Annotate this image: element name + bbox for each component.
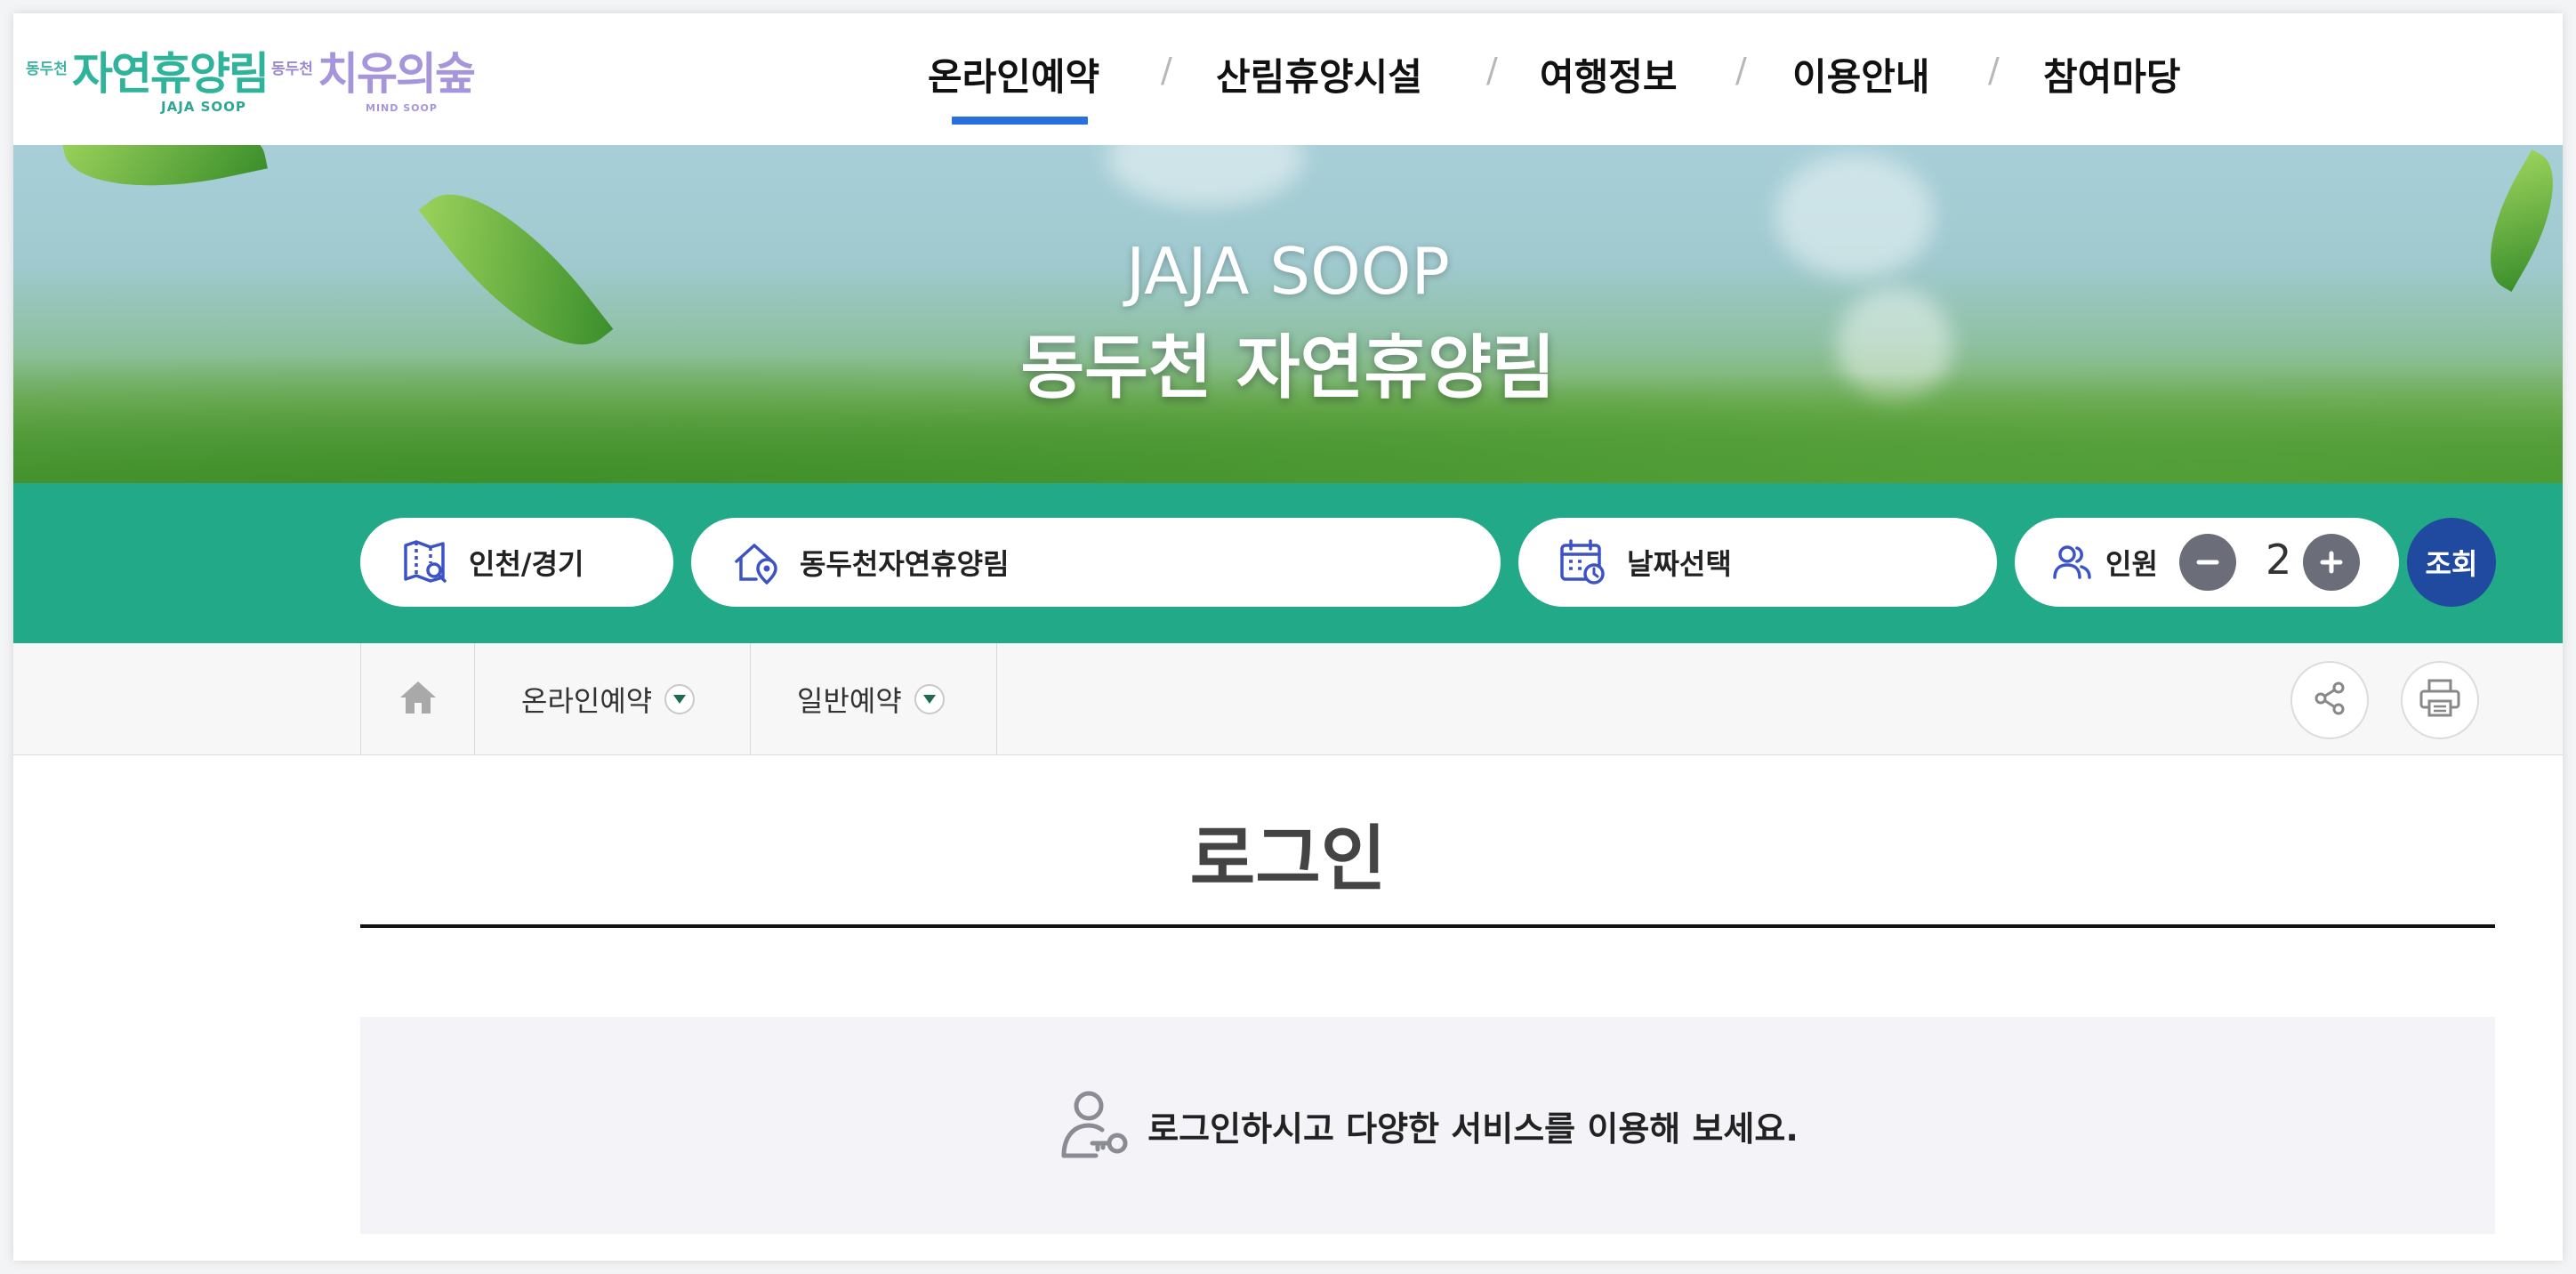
nav-separator: /	[1161, 51, 1172, 90]
reservation-search-bar: 인천/경기 동두천자연휴양림 날짜선택 인원 2 조회	[13, 483, 2563, 643]
share-button[interactable]	[2290, 661, 2369, 739]
page-frame: 동두천 자연휴양림 JAJA SOOP 동두천 치유의숲 MIND SOOP 온…	[13, 13, 2563, 1261]
nav-separator: /	[1988, 51, 2000, 90]
hero-title-korean: 동두천 자연휴양림	[1020, 328, 1556, 408]
print-icon	[2419, 678, 2461, 722]
site-header: 동두천 자연휴양림 JAJA SOOP 동두천 치유의숲 MIND SOOP 온…	[13, 13, 2563, 145]
people-icon	[2047, 536, 2097, 589]
date-picker[interactable]: 날짜선택	[1518, 518, 1997, 607]
forest-select[interactable]: 동두천자연휴양림	[691, 518, 1501, 607]
people-label: 인원	[2105, 547, 2158, 581]
logo-jaja-sub: JAJA SOOP	[161, 99, 246, 115]
nav-community[interactable]: 참여마당	[2043, 47, 2181, 101]
home-button[interactable]	[360, 643, 474, 755]
hero-banner: JAJA SOOP 동두천 자연휴양림	[13, 145, 2563, 483]
increase-people-button[interactable]	[2303, 534, 2360, 591]
minus-icon	[2196, 560, 2219, 565]
nav-usage-guide[interactable]: 이용안내	[1792, 47, 1930, 101]
plus-icon	[2320, 551, 2343, 574]
nav-separator: /	[1735, 51, 1747, 90]
breadcrumb-label: 일반예약	[797, 684, 902, 718]
logo-jaja-soop[interactable]: 동두천 자연휴양림 JAJA SOOP	[26, 36, 270, 117]
search-submit-button[interactable]: 조회	[2407, 518, 2496, 607]
user-key-icon	[1057, 1086, 1131, 1165]
logo-jaja-small: 동두천	[26, 60, 68, 78]
date-value: 날짜선택	[1627, 547, 1732, 581]
share-icon	[2310, 679, 2349, 722]
print-button[interactable]	[2401, 661, 2479, 739]
breadcrumb-general-reservation[interactable]: 일반예약	[750, 643, 997, 755]
nav-active-indicator	[952, 117, 1088, 125]
hero-leaf	[61, 145, 268, 209]
location-bar: 온라인예약 일반예약	[13, 643, 2563, 755]
breadcrumb-online-reservation[interactable]: 온라인예약	[474, 643, 750, 755]
people-counter: 인원 2	[2015, 518, 2399, 607]
hero-title-english: JAJA SOOP	[1126, 234, 1450, 309]
logo-mind-soop[interactable]: 동두천 치유의숲 MIND SOOP	[271, 36, 476, 117]
nav-travel-info[interactable]: 여행정보	[1540, 47, 1678, 101]
login-notice-box: 로그인하시고 다양한 서비스를 이용해 보세요.	[360, 1017, 2495, 1234]
page-title: 로그인	[1189, 818, 1387, 900]
logo-mind-small: 동두천	[271, 60, 313, 78]
people-count: 2	[2266, 536, 2292, 584]
map-book-icon	[398, 536, 451, 589]
nav-online-reservation[interactable]: 온라인예약	[928, 47, 1099, 101]
forest-value: 동두천자연휴양림	[800, 547, 1010, 581]
breadcrumb-label: 온라인예약	[521, 684, 653, 718]
chevron-down-icon	[914, 684, 945, 714]
nav-forest-facilities[interactable]: 산림휴양시설	[1216, 47, 1422, 101]
calendar-icon	[1556, 536, 1609, 589]
logo-jaja-main: 자연휴양림	[72, 48, 270, 100]
nav-separator: /	[1486, 51, 1498, 90]
logo-mind-sub: MIND SOOP	[366, 102, 438, 114]
logo-mind-main: 치유의숲	[318, 48, 476, 100]
region-select[interactable]: 인천/경기	[360, 518, 673, 607]
region-value: 인천/경기	[469, 547, 584, 581]
login-notice-text: 로그인하시고 다양한 서비스를 이용해 보세요.	[1147, 1109, 1799, 1149]
chevron-down-icon	[664, 684, 696, 714]
house-pin-icon	[729, 536, 782, 589]
title-divider	[360, 924, 2495, 928]
home-icon	[398, 680, 438, 719]
decrease-people-button[interactable]	[2179, 534, 2236, 591]
hero-bokeh	[1107, 145, 1303, 207]
